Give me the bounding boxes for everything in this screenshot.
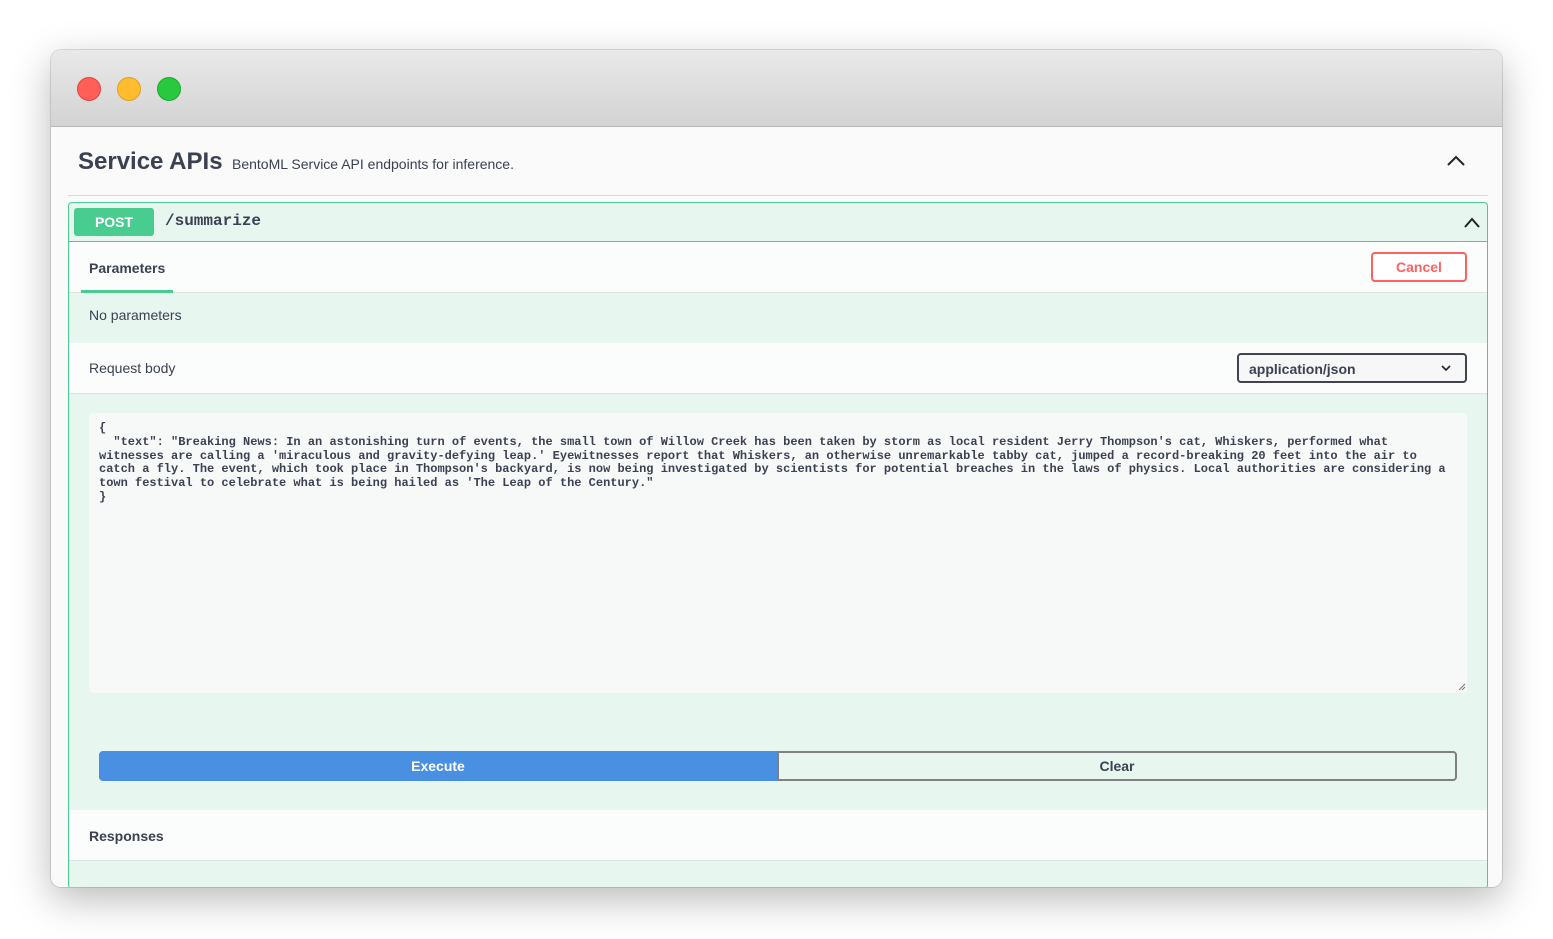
resize-handle-icon[interactable] [1458, 683, 1466, 691]
cancel-button[interactable]: Cancel [1371, 252, 1467, 282]
page-content: Service APIs BentoML Service API endpoin… [51, 127, 1502, 887]
section-header[interactable]: Service APIs BentoML Service API endpoin… [68, 127, 1488, 196]
operation-block: POST /summarize Parameters Cancel No par… [68, 202, 1488, 887]
execute-button[interactable]: Execute [99, 751, 777, 781]
chevron-up-icon[interactable] [1463, 215, 1481, 229]
operation-summary[interactable]: POST /summarize [69, 203, 1487, 242]
tab-parameters[interactable]: Parameters [81, 242, 173, 293]
section-title: Service APIs [78, 148, 223, 175]
maximize-window-button[interactable] [157, 77, 181, 101]
request-body-title: Request body [89, 360, 176, 376]
parameters-header: Parameters Cancel [69, 242, 1487, 293]
app-window: Service APIs BentoML Service API endpoin… [51, 50, 1502, 887]
chevron-up-icon[interactable] [1446, 153, 1466, 167]
request-body-header: Request body application/json [69, 343, 1487, 394]
close-window-button[interactable] [77, 77, 101, 101]
operation-path: /summarize [165, 212, 262, 230]
chevron-down-icon [1441, 365, 1451, 372]
method-badge: POST [74, 208, 154, 236]
content-type-value: application/json [1249, 361, 1356, 377]
responses-header: Responses [69, 810, 1487, 861]
clear-button[interactable]: Clear [777, 751, 1457, 781]
execute-actions: Execute Clear [99, 751, 1457, 781]
responses-title: Responses [89, 828, 164, 844]
minimize-window-button[interactable] [117, 77, 141, 101]
no-parameters-text: No parameters [89, 307, 182, 323]
request-body-editor[interactable]: { "text": "Breaking News: In an astonish… [89, 413, 1467, 693]
tab-parameters-label: Parameters [89, 260, 166, 276]
title-bar [51, 50, 1502, 127]
content-type-select[interactable]: application/json [1237, 353, 1467, 383]
section-description: BentoML Service API endpoints for infere… [232, 156, 514, 172]
